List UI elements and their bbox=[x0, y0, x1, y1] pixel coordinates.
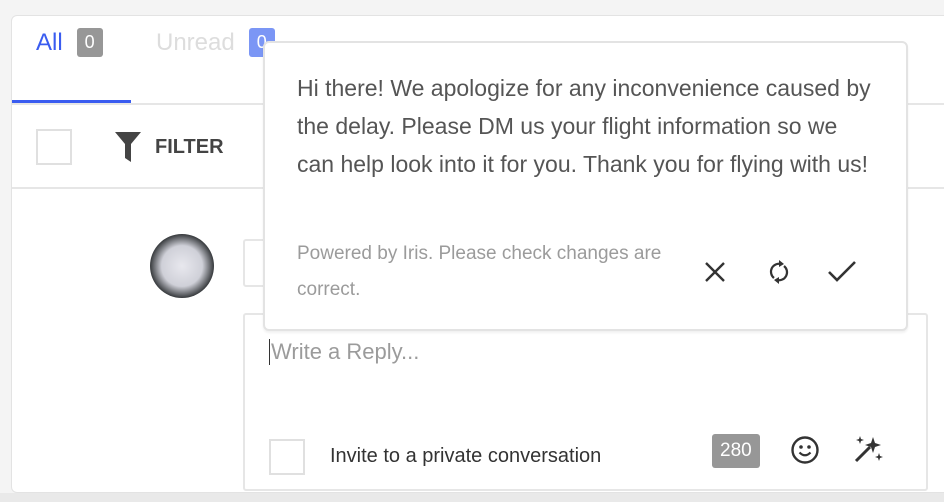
filter-icon bbox=[115, 132, 141, 162]
filter-label: FILTER bbox=[155, 135, 224, 158]
invite-label: Invite to a private conversation bbox=[330, 445, 602, 467]
ai-suggestion-popup: Hi there! We apologize for any inconveni… bbox=[263, 41, 908, 331]
magic-wand-icon[interactable] bbox=[853, 433, 885, 465]
select-all-checkbox[interactable] bbox=[36, 129, 72, 165]
tab-label: All bbox=[36, 28, 63, 56]
count-badge: 0 bbox=[76, 28, 103, 57]
regenerate-button[interactable] bbox=[762, 255, 796, 289]
reply-input[interactable]: Write a Reply... bbox=[269, 339, 419, 365]
reply-box: Write a Reply... Invite to a private con… bbox=[243, 313, 928, 491]
tab-all[interactable]: All 0 bbox=[36, 28, 103, 57]
close-icon bbox=[705, 262, 725, 282]
avatar bbox=[150, 234, 214, 298]
character-count: 280 bbox=[712, 434, 760, 468]
tab-label: Unread bbox=[156, 28, 235, 56]
suggested-reply-text: Hi there! We apologize for any inconveni… bbox=[297, 75, 871, 177]
emoji-icon[interactable] bbox=[790, 435, 820, 465]
filter-button[interactable]: FILTER bbox=[115, 132, 224, 162]
bottom-bar bbox=[0, 493, 944, 502]
dismiss-button[interactable] bbox=[698, 255, 732, 289]
accept-button[interactable] bbox=[825, 255, 859, 289]
refresh-icon bbox=[769, 260, 789, 284]
tab-unread[interactable]: Unread 0 bbox=[156, 28, 275, 57]
private-conversation-checkbox[interactable] bbox=[269, 439, 305, 475]
powered-by-note: Powered by Iris. Please check changes ar… bbox=[297, 243, 662, 300]
check-icon bbox=[828, 261, 856, 282]
